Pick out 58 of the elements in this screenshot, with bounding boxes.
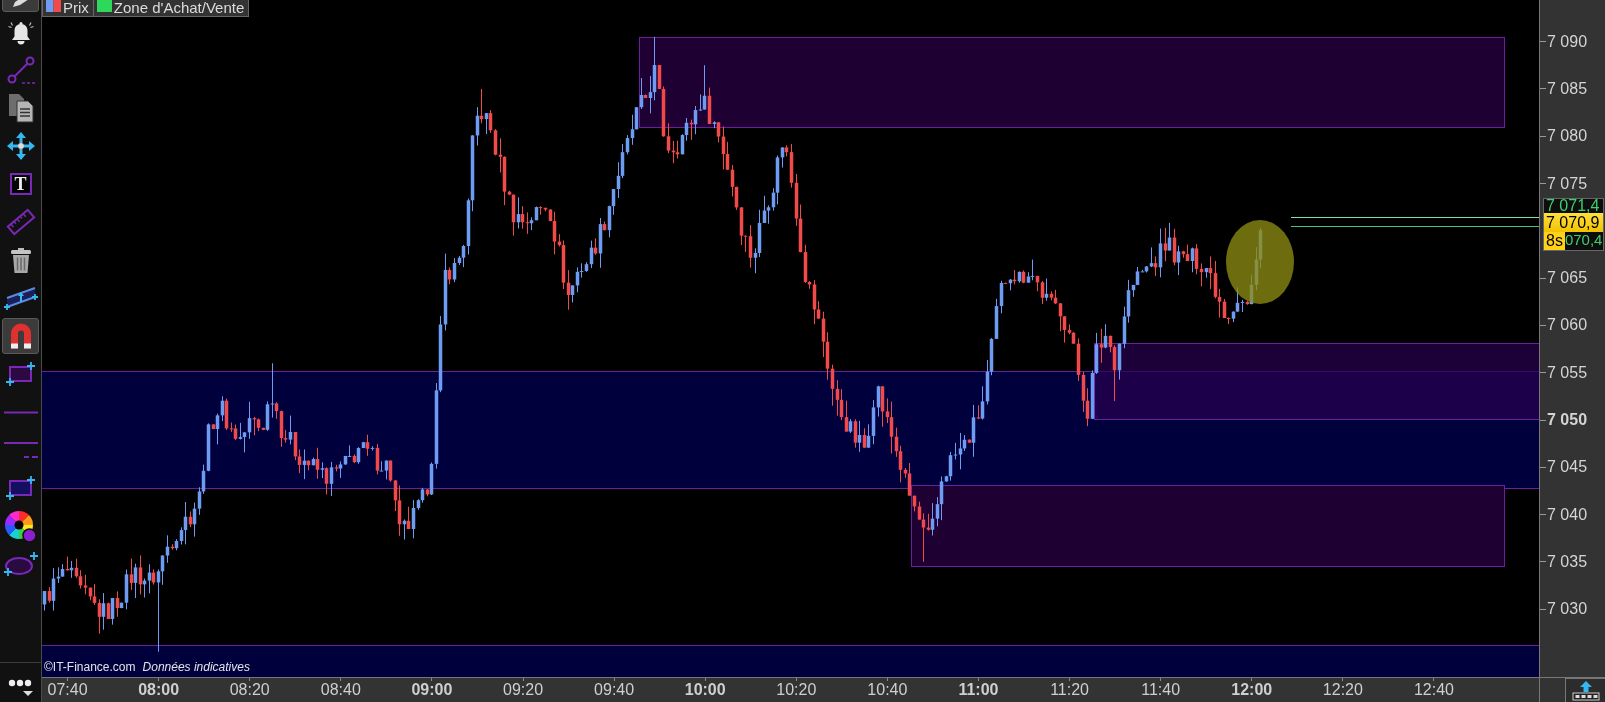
price-label: 7 085 — [1540, 80, 1588, 97]
documents-icon — [7, 93, 34, 123]
time-label: 09:40 — [594, 678, 635, 702]
ellipse-icon — [3, 551, 38, 577]
disclaimer-text: Données indicatives — [142, 661, 250, 674]
tool-button[interactable] — [2, 508, 39, 544]
price-label: 7 065 — [1540, 270, 1588, 287]
price-label: 7 060 — [1540, 317, 1588, 334]
ask-price-tag: 7 071,4 — [1544, 199, 1603, 214]
price-label: 7 050 — [1540, 412, 1588, 428]
time-label: 08:00 — [138, 678, 180, 702]
time-label: 12:00 — [1231, 678, 1273, 702]
tool-button[interactable] — [2, 318, 39, 354]
more-icon — [7, 678, 34, 698]
arrow-up-icon — [1571, 680, 1600, 701]
time-label: 11:00 — [958, 678, 999, 702]
legend-label: Prix — [63, 0, 89, 15]
bell-icon — [6, 19, 35, 45]
time-label: 12:20 — [1322, 678, 1363, 702]
trend-line-icon — [5, 56, 36, 84]
price-label: 7 090 — [1540, 33, 1588, 50]
zone-swatch-icon — [96, 0, 112, 12]
candle-swatch-icon — [46, 0, 61, 12]
time-label: 09:00 — [411, 678, 453, 702]
last-price-tag: 7 070,9 — [1544, 213, 1603, 233]
time-label: 11:40 — [1141, 678, 1181, 702]
text-icon: T — [9, 173, 32, 195]
legend-label: Zone d'Achat/Vente — [113, 0, 245, 15]
price-label: 7 075 — [1540, 175, 1588, 192]
line-extension-icon — [3, 441, 38, 459]
color-wheel-icon — [4, 509, 37, 543]
copyright-text: ©IT-Finance.com — [44, 661, 136, 674]
time-label: 10:20 — [776, 678, 817, 702]
tool-button[interactable]: T — [2, 166, 39, 202]
time-label: 09:20 — [503, 678, 544, 702]
time-label: 08:40 — [320, 678, 361, 702]
trash-icon — [9, 246, 32, 274]
price-label: 7 045 — [1540, 459, 1588, 476]
time-label: 08:20 — [229, 678, 270, 702]
time-label: 12:40 — [1413, 678, 1454, 702]
horizontal-line-icon — [3, 410, 38, 414]
price-label: 7 030 — [1540, 601, 1588, 618]
move-icon — [5, 131, 36, 161]
time-label: 10:00 — [684, 678, 726, 702]
price-label: 7 080 — [1540, 128, 1588, 145]
time-label: 07:40 — [47, 678, 88, 702]
price-label: 7 035 — [1540, 553, 1588, 570]
channel-icon — [2, 284, 39, 312]
timer-tag: 8s — [1544, 232, 1565, 251]
pen-icon — [11, 0, 30, 8]
time-label: 10:40 — [867, 678, 908, 702]
price-label: 7 040 — [1540, 506, 1588, 523]
bid-price-tag: 070,4 — [1564, 232, 1604, 248]
price-label: 7 055 — [1540, 364, 1588, 381]
ruler-icon — [5, 208, 36, 236]
scroll-button[interactable] — [1565, 678, 1605, 702]
magnet-icon — [9, 323, 32, 349]
time-label: 11:20 — [1050, 678, 1089, 702]
